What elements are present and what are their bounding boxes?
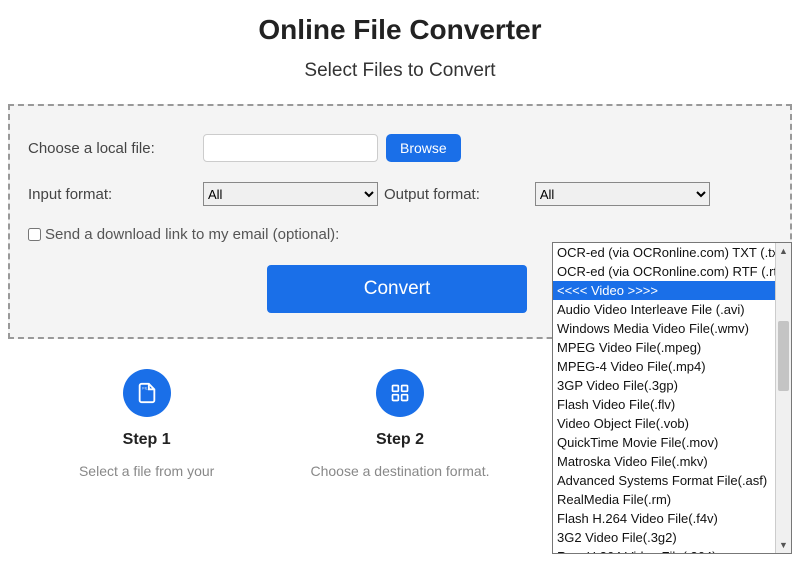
dropdown-option[interactable]: Windows Media Video File(.wmv) xyxy=(553,319,791,338)
dropdown-option[interactable]: 3GP Video File(.3gp) xyxy=(553,376,791,395)
dropdown-option[interactable]: MPEG-4 Video File(.mp4) xyxy=(553,357,791,376)
dropdown-option[interactable]: Audio Video Interleave File (.avi) xyxy=(553,300,791,319)
dropdown-option[interactable]: Matroska Video File(.mkv) xyxy=(553,452,791,471)
scroll-up-icon[interactable]: ▲ xyxy=(776,243,791,259)
step-2: Step 2 Choose a destination format. xyxy=(300,369,500,479)
dropdown-option[interactable]: 3G2 Video File(.3g2) xyxy=(553,528,791,547)
grid-icon xyxy=(376,369,424,417)
output-format-label: Output format: xyxy=(384,186,480,203)
dropdown-option[interactable]: Video Object File(.vob) xyxy=(553,414,791,433)
dropdown-option[interactable]: Advanced Systems Format File(.asf) xyxy=(553,471,791,490)
step-1-title: Step 1 xyxy=(47,431,247,449)
format-row: Input format: All Output format: All xyxy=(28,182,766,206)
step-2-title: Step 2 xyxy=(300,431,500,449)
step-1: FILE Step 1 Select a file from your xyxy=(47,369,247,479)
page-title: Online File Converter xyxy=(0,14,800,46)
dropdown-option[interactable]: OCR-ed (via OCRonline.com) TXT (.txt) xyxy=(553,243,791,262)
dropdown-option[interactable]: RealMedia File(.rm) xyxy=(553,490,791,509)
choose-file-row: Choose a local file: Browse xyxy=(28,134,766,162)
dropdown-option[interactable]: <<<< Video >>>> xyxy=(553,281,791,300)
dropdown-option[interactable]: QuickTime Movie File(.mov) xyxy=(553,433,791,452)
browse-button[interactable]: Browse xyxy=(386,134,461,162)
svg-text:FILE: FILE xyxy=(142,386,150,390)
email-checkbox[interactable] xyxy=(28,228,41,241)
convert-button[interactable]: Convert xyxy=(267,265,527,313)
dropdown-option[interactable]: Raw H.264 Video File(.264) xyxy=(553,547,791,553)
output-format-dropdown[interactable]: OCR-ed (via OCRonline.com) TXT (.txt)OCR… xyxy=(552,242,792,554)
output-format-select[interactable]: All xyxy=(535,182,710,206)
dropdown-option[interactable]: Flash Video File(.flv) xyxy=(553,395,791,414)
page-subtitle: Select Files to Convert xyxy=(0,60,800,82)
file-path-input[interactable] xyxy=(203,134,378,162)
email-checkbox-label: Send a download link to my email (option… xyxy=(45,226,339,243)
step-2-desc: Choose a destination format. xyxy=(300,463,500,479)
dropdown-option[interactable]: Flash H.264 Video File(.f4v) xyxy=(553,509,791,528)
scroll-thumb[interactable] xyxy=(778,321,789,391)
input-format-select[interactable]: All xyxy=(203,182,378,206)
email-row: Send a download link to my email (option… xyxy=(28,226,766,243)
file-icon: FILE xyxy=(123,369,171,417)
input-format-label: Input format: xyxy=(28,186,203,203)
scroll-down-icon[interactable]: ▼ xyxy=(776,537,791,553)
dropdown-option[interactable]: MPEG Video File(.mpeg) xyxy=(553,338,791,357)
dropdown-option[interactable]: OCR-ed (via OCRonline.com) RTF (.rtf) xyxy=(553,262,791,281)
dropdown-scrollbar[interactable]: ▲ ▼ xyxy=(775,243,791,553)
step-1-desc: Select a file from your xyxy=(47,463,247,479)
choose-file-label: Choose a local file: xyxy=(28,140,203,157)
